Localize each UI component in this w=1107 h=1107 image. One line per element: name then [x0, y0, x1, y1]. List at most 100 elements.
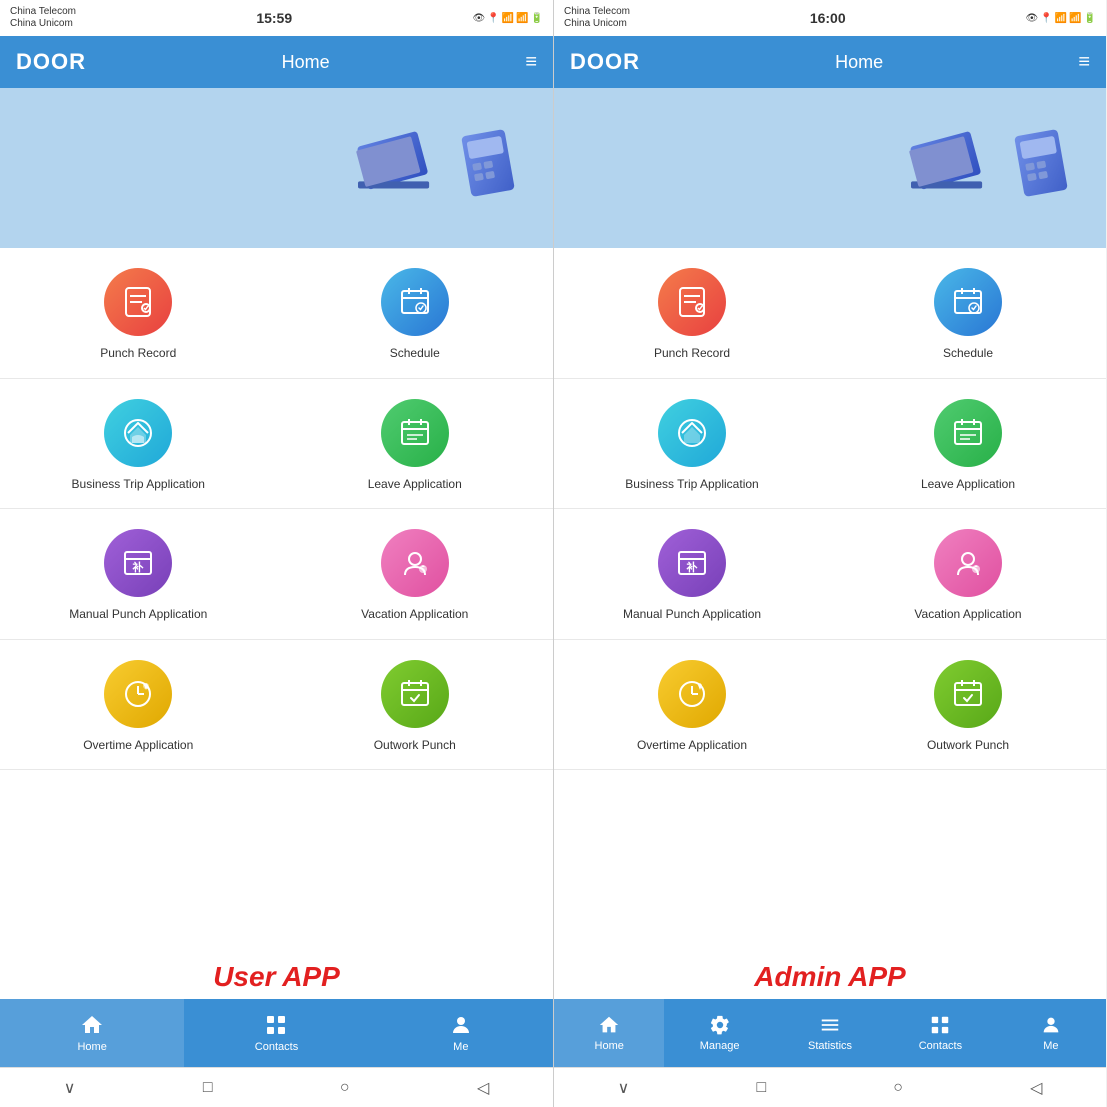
location-icon-r: 📍	[1040, 13, 1052, 24]
right-phone: China Telecom China Unicom 16:00 👁 📍 📶 📶…	[553, 0, 1106, 1107]
square-btn-right[interactable]: □	[756, 1079, 766, 1097]
leave-app-label-left: Leave Application	[368, 477, 462, 493]
punch-record-item-right[interactable]: Punch Record	[554, 248, 830, 378]
nav-statistics-right[interactable]: Statistics	[775, 999, 885, 1067]
manual-punch-icon-left: 补	[104, 529, 172, 597]
app-logo-left: DOOR	[16, 49, 86, 75]
banner-right	[554, 88, 1106, 248]
nav-me-label-right: Me	[1043, 1040, 1058, 1052]
battery-icon-r: 🔋	[1084, 13, 1096, 24]
signal-icon: 📶	[516, 13, 528, 24]
leave-app-label-right: Leave Application	[921, 477, 1015, 493]
carrier2-right: China Unicom	[564, 18, 630, 30]
vacation-label-left: Vacation Application	[361, 607, 468, 623]
menu-button-left[interactable]: ≡	[525, 51, 537, 74]
nav-contacts-right[interactable]: Contacts	[885, 999, 995, 1067]
signal-icons-right: 👁 📍 📶 📶 🔋	[1025, 13, 1096, 24]
punch-record-icon-left	[104, 268, 172, 336]
business-trip-item-right[interactable]: Business Trip Application	[554, 379, 830, 509]
punch-record-label-right: Punch Record	[654, 346, 730, 362]
menu-row-3-left: 补 Manual Punch Application Vacation Appl…	[0, 509, 553, 640]
schedule-item-right[interactable]: Schedule	[830, 248, 1106, 378]
outwork-item-right[interactable]: Outwork Punch	[830, 640, 1106, 770]
menu-grid-left: Punch Record Schedule Business Trip Appl…	[0, 248, 553, 955]
outwork-label-left: Outwork Punch	[374, 738, 456, 754]
manual-punch-label-left: Manual Punch Application	[69, 607, 207, 623]
menu-row-1-right: Punch Record Schedule	[554, 248, 1106, 379]
overtime-label-left: Overtime Application	[83, 738, 193, 754]
nav-me-right[interactable]: Me	[996, 999, 1106, 1067]
admin-app-label: Admin APP	[554, 955, 1106, 999]
circle-btn-right[interactable]: ○	[893, 1079, 903, 1097]
manual-punch-icon-right: 补	[658, 529, 726, 597]
status-bar-left: China Telecom China Unicom 15:59 👁 📍 📶 📶…	[0, 0, 553, 36]
overtime-item-left[interactable]: Overtime Application	[0, 640, 277, 770]
schedule-item-left[interactable]: Schedule	[277, 248, 554, 378]
back-btn-right[interactable]: ∨	[618, 1078, 630, 1098]
vacation-label-right: Vacation Application	[914, 607, 1021, 623]
schedule-icon-left	[381, 268, 449, 336]
business-trip-label-left: Business Trip Application	[72, 477, 205, 493]
vacation-item-right[interactable]: Vacation Application	[830, 509, 1106, 639]
nav-home-label-left: Home	[77, 1041, 106, 1053]
nav-manage-right[interactable]: Manage	[664, 999, 774, 1067]
carrier-info-right: China Telecom China Unicom	[564, 6, 630, 30]
overtime-item-right[interactable]: Overtime Application	[554, 640, 830, 770]
business-trip-item-left[interactable]: Business Trip Application	[0, 379, 277, 509]
punch-record-label-left: Punch Record	[100, 346, 176, 362]
signal-icon-r: 📶	[1069, 13, 1081, 24]
triangle-btn-left[interactable]: ◁	[477, 1078, 489, 1098]
calc-icon-right	[1006, 128, 1076, 198]
leave-app-item-right[interactable]: Leave Application	[830, 379, 1106, 509]
nav-contacts-left[interactable]: Contacts	[184, 999, 368, 1067]
business-trip-icon-right	[658, 399, 726, 467]
manual-punch-item-left[interactable]: 补 Manual Punch Application	[0, 509, 277, 639]
business-trip-label-right: Business Trip Application	[625, 477, 758, 493]
nav-contacts-label-right: Contacts	[919, 1040, 962, 1052]
wifi-icon: 📶	[502, 13, 514, 24]
overtime-label-right: Overtime Application	[637, 738, 747, 754]
carrier-info-left: China Telecom China Unicom	[10, 6, 76, 30]
menu-row-4-right: Overtime Application Outwork Punch	[554, 640, 1106, 771]
sys-nav-left: ∨ □ ○ ◁	[0, 1067, 553, 1107]
sys-nav-right: ∨ □ ○ ◁	[554, 1067, 1106, 1107]
schedule-icon-right	[934, 268, 1002, 336]
circle-btn-left[interactable]: ○	[340, 1079, 350, 1097]
svg-text:补: 补	[132, 560, 144, 574]
nav-home-label-right: Home	[595, 1040, 624, 1052]
app-header-right: DOOR Home ≡	[554, 36, 1106, 88]
vacation-icon-left	[381, 529, 449, 597]
left-phone: China Telecom China Unicom 15:59 👁 📍 📶 📶…	[0, 0, 553, 1107]
overtime-icon-right	[658, 660, 726, 728]
nav-home-right[interactable]: Home	[554, 999, 664, 1067]
menu-row-2-left: Business Trip Application Leave Applicat…	[0, 379, 553, 510]
nav-statistics-label-right: Statistics	[808, 1040, 852, 1052]
leave-app-icon-right	[934, 399, 1002, 467]
nav-home-left[interactable]: Home	[0, 999, 184, 1067]
vacation-icon-right	[934, 529, 1002, 597]
leave-app-icon-left	[381, 399, 449, 467]
carrier1-right: China Telecom	[564, 6, 630, 18]
outwork-item-left[interactable]: Outwork Punch	[277, 640, 554, 770]
manual-punch-item-right[interactable]: 补 Manual Punch Application	[554, 509, 830, 639]
square-btn-left[interactable]: □	[203, 1079, 213, 1097]
app-title-left: Home	[282, 52, 330, 73]
time-right: 16:00	[810, 10, 846, 26]
nav-manage-label-right: Manage	[700, 1040, 740, 1052]
banner-icons-right	[906, 128, 1076, 208]
time-left: 15:59	[256, 10, 292, 26]
menu-row-3-right: 补 Manual Punch Application Vacation Appl…	[554, 509, 1106, 640]
laptop-icon-right	[906, 128, 996, 208]
battery-icon: 🔋	[531, 13, 543, 24]
punch-record-item-left[interactable]: Punch Record	[0, 248, 277, 378]
nav-me-left[interactable]: Me	[369, 999, 553, 1067]
wifi-icon-r: 📶	[1055, 13, 1067, 24]
triangle-btn-right[interactable]: ◁	[1030, 1078, 1042, 1098]
laptop-icon-left	[353, 128, 443, 208]
vacation-item-left[interactable]: Vacation Application	[277, 509, 554, 639]
eye-icon: 👁	[472, 13, 485, 24]
leave-app-item-left[interactable]: Leave Application	[277, 379, 554, 509]
back-btn-left[interactable]: ∨	[64, 1078, 76, 1098]
menu-button-right[interactable]: ≡	[1078, 51, 1090, 74]
menu-grid-right: Punch Record Schedule Business Trip Appl…	[554, 248, 1106, 955]
